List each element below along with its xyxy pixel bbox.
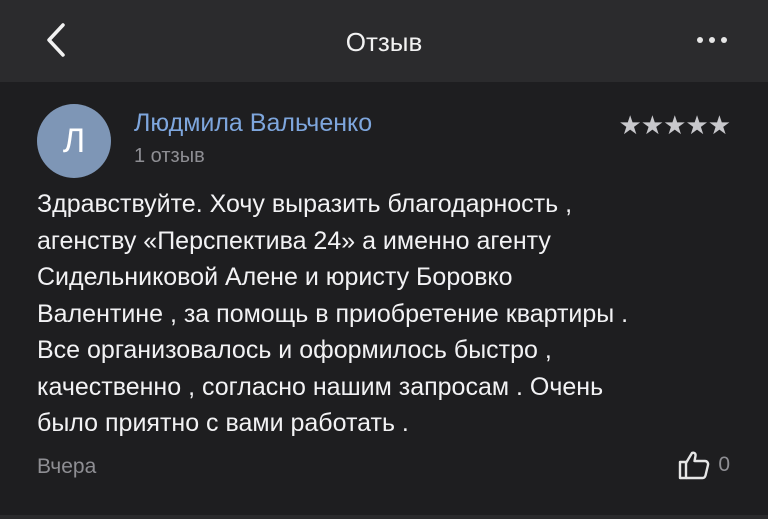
review-text-line: Валентине , за помощь в приобретение ква… — [37, 299, 629, 328]
review-date: Вчера — [37, 455, 97, 478]
top-bar: Отзыв — [0, 0, 768, 82]
review-text-line: было приятно с вами работать . — [37, 409, 409, 437]
author-name[interactable]: Людмила Вальченко — [134, 109, 372, 138]
review-text-line: качественно , согласно нашим запросам . … — [37, 372, 604, 401]
thumbs-up-icon — [679, 451, 710, 480]
more-dot — [709, 37, 715, 43]
author-reviews-count: 1 отзыв — [134, 145, 205, 167]
more-options-button[interactable] — [690, 28, 734, 52]
avatar[interactable]: Л — [37, 104, 111, 178]
review-text-line: Сидельниковой Алене и юристу Боровко — [37, 263, 513, 291]
review-text-line: Здравствуйте. Хочу выразить благодарност… — [37, 190, 573, 218]
more-dot — [721, 37, 727, 43]
more-horizontal-icon — [697, 37, 703, 43]
divider — [0, 515, 768, 519]
like-button[interactable]: 0 — [678, 448, 730, 482]
rating-stars: ★★★★★ — [618, 110, 731, 140]
like-count: 0 — [718, 453, 730, 476]
review-card: Л Людмила Вальченко 1 отзыв ★★★★★ Здравс… — [0, 82, 768, 519]
review-text: Здравствуйте. Хочу выразить благодарност… — [37, 186, 737, 442]
review-text-line: агенству «Перспектива 24» а именно агент… — [37, 226, 551, 255]
page-title: Отзыв — [345, 27, 423, 57]
review-text-line: Все организовалось и оформилось быстро , — [37, 336, 552, 364]
